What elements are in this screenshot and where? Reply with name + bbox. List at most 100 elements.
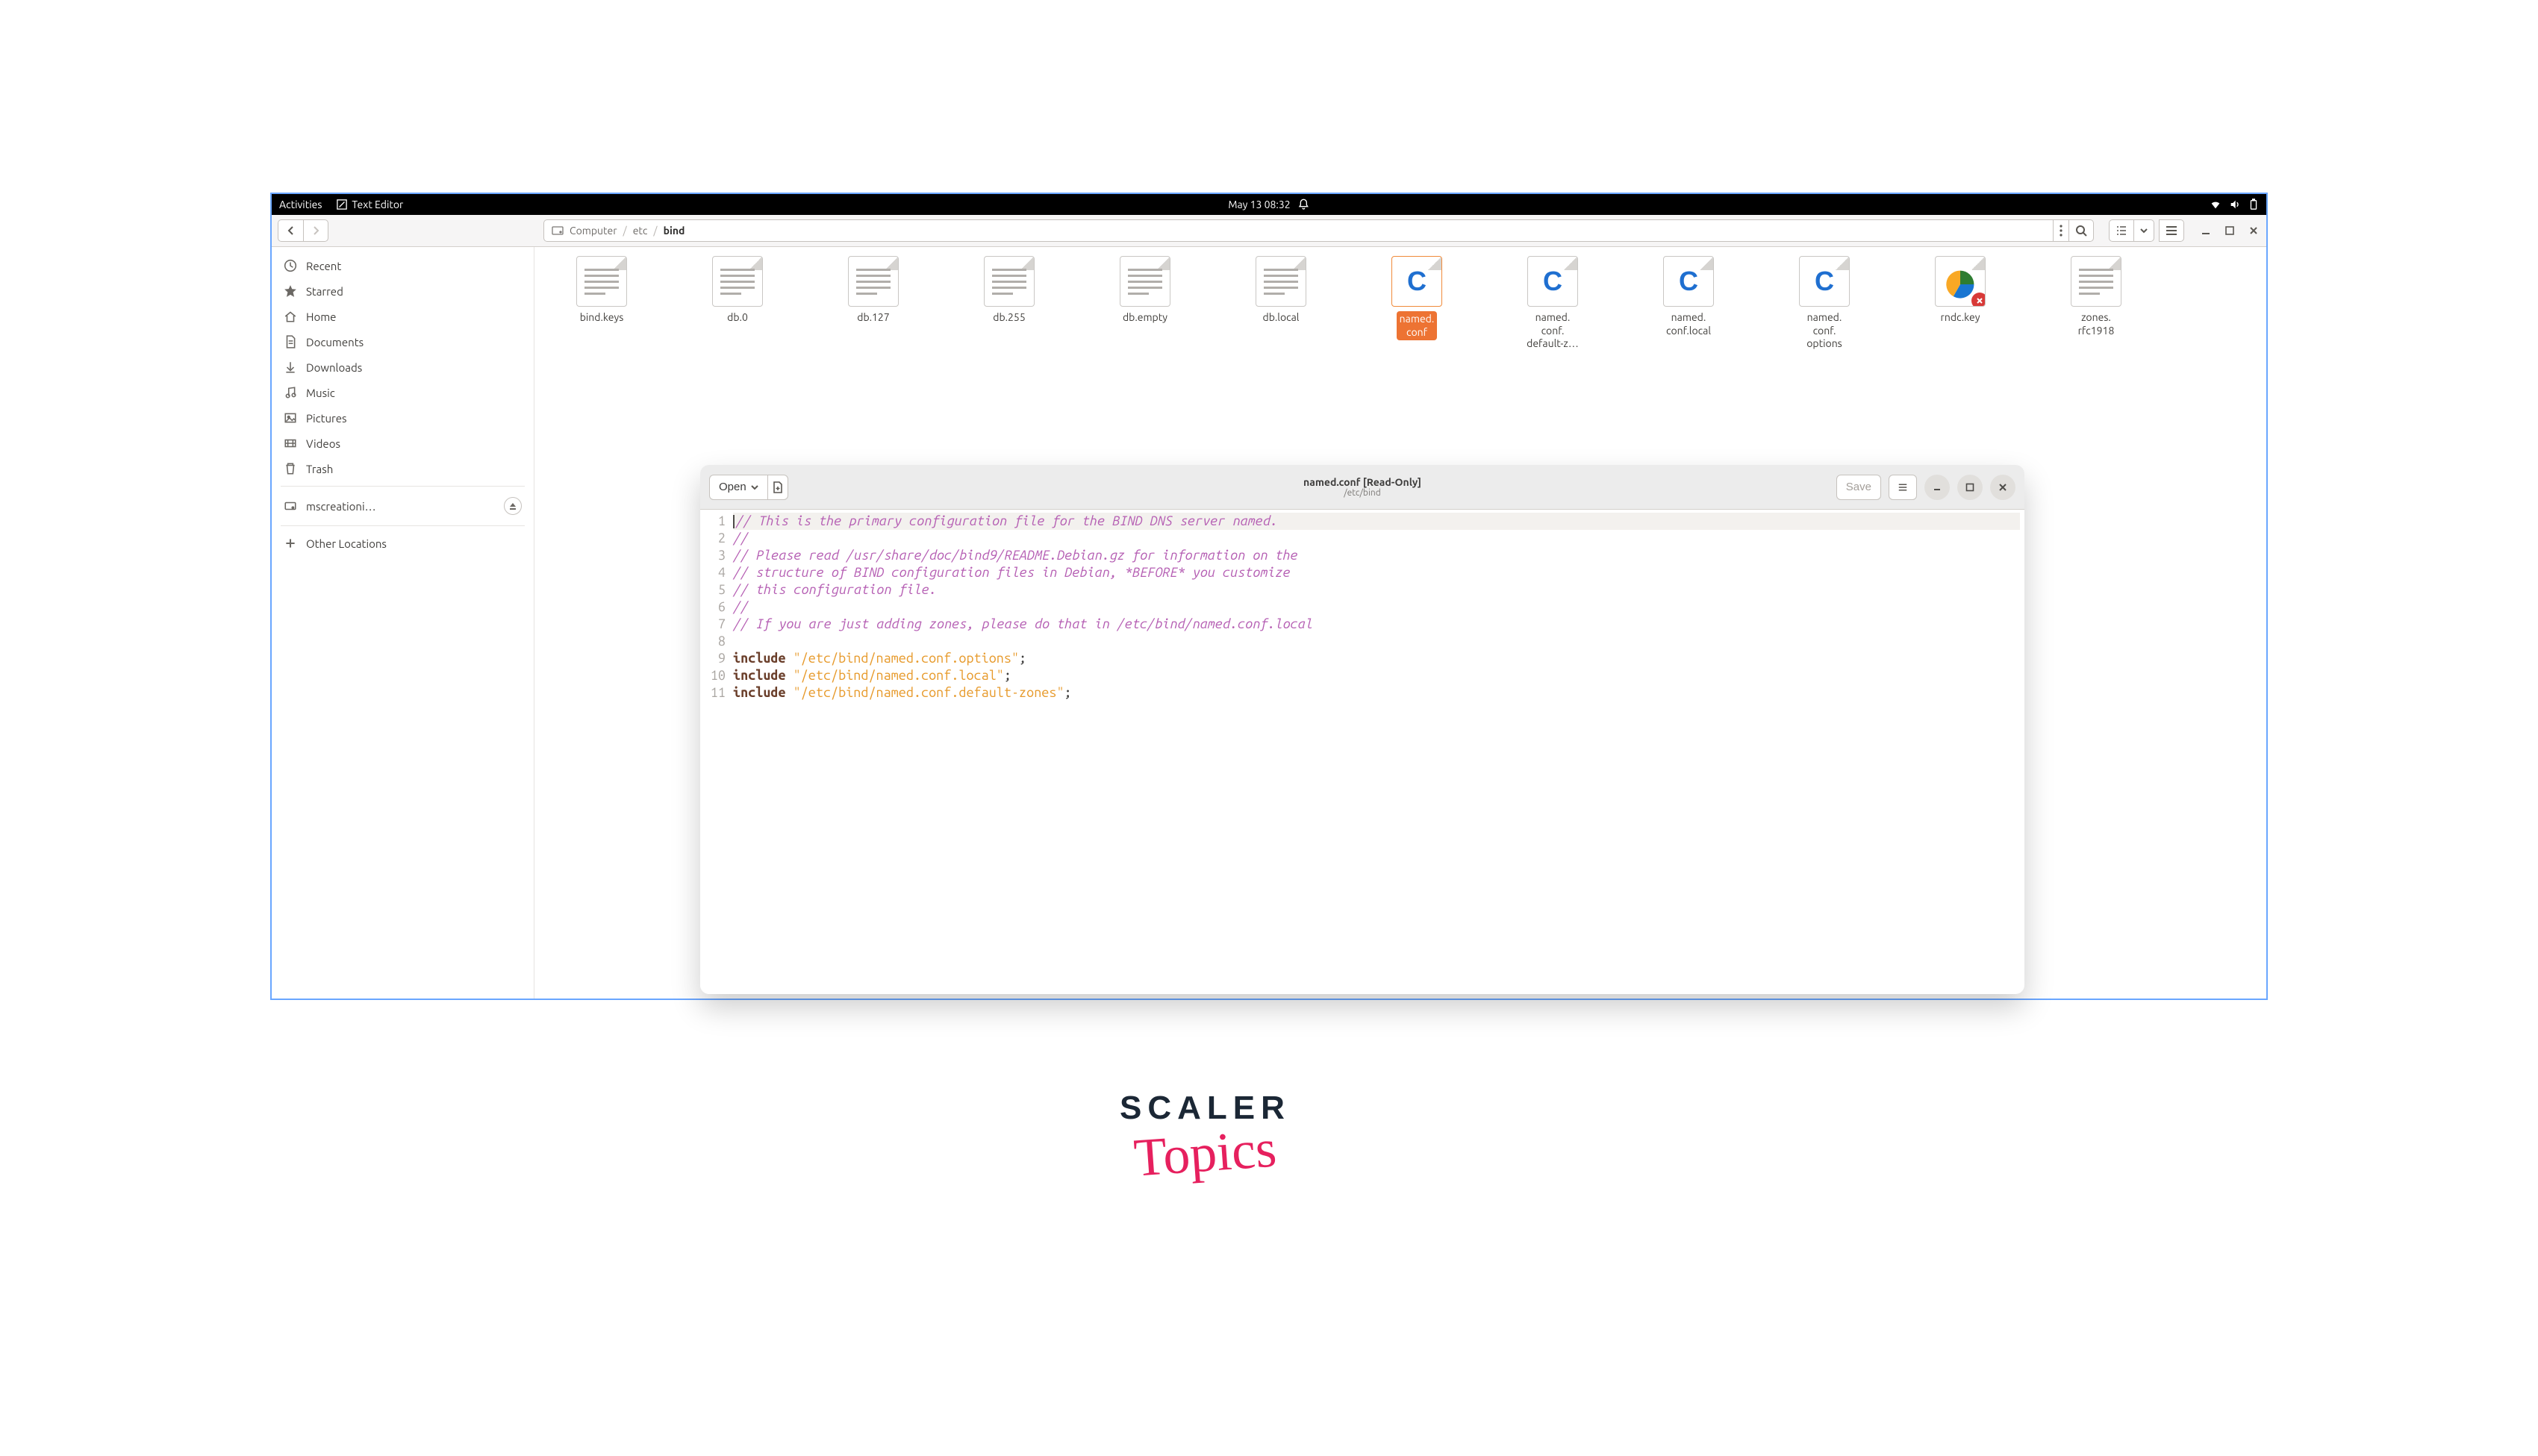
path-seg-bind[interactable]: bind — [664, 225, 685, 237]
clock[interactable]: May 13 08:32 — [1228, 199, 1290, 210]
list-view-icon — [2115, 225, 2127, 237]
sidebar-item-trash[interactable]: Trash — [272, 456, 534, 481]
file-thumb — [2071, 256, 2121, 307]
c-source-icon: C — [1407, 266, 1427, 297]
down-icon — [284, 360, 297, 374]
music-icon — [284, 386, 297, 399]
volume-icon[interactable] — [2229, 199, 2241, 210]
file-item[interactable]: zones.rfc1918 — [2041, 256, 2151, 337]
notification-bell-icon[interactable] — [1298, 199, 1310, 210]
file-item[interactable]: db.255 — [954, 256, 1064, 325]
chevron-down-icon — [751, 484, 758, 491]
file-item[interactable]: rndc.key — [1905, 256, 2015, 325]
code-line[interactable]: // — [733, 599, 2020, 616]
sidebar-item-pictures[interactable]: Pictures — [272, 405, 534, 431]
close-button[interactable] — [2247, 224, 2260, 237]
eject-button[interactable] — [504, 497, 522, 515]
file-item[interactable]: Cnamed.conf.local — [1633, 256, 1744, 337]
chevron-left-icon — [287, 226, 296, 235]
file-item[interactable]: db.empty — [1090, 256, 1200, 325]
file-item[interactable]: Cnamed.conf — [1362, 256, 1472, 340]
file-name: named.conf.default-z… — [1497, 311, 1608, 351]
file-item[interactable]: db.0 — [682, 256, 793, 325]
file-name: db.127 — [818, 311, 929, 325]
search-button[interactable] — [2069, 219, 2094, 242]
maximize-button[interactable] — [2223, 224, 2236, 237]
code-line[interactable]: // Please read /usr/share/doc/bind9/READ… — [733, 547, 2020, 564]
file-item[interactable]: Cnamed.conf.options — [1769, 256, 1880, 351]
path-root[interactable]: Computer — [570, 225, 617, 237]
editor-menu-button[interactable] — [1889, 475, 1917, 500]
c-source-icon: C — [1815, 266, 1834, 297]
new-tab-button[interactable] — [767, 475, 788, 500]
editor-close-button[interactable] — [1990, 475, 2015, 500]
file-thumb — [848, 256, 899, 307]
save-button[interactable]: Save — [1836, 475, 1881, 500]
desktop-window-outline: Activities Text Editor May 13 08:32 — [270, 193, 2268, 1000]
code-line[interactable] — [733, 633, 2020, 650]
view-list-button[interactable] — [2109, 219, 2133, 242]
editor-maximize-button[interactable] — [1957, 475, 1983, 500]
code-line[interactable]: // If you are just adding zones, please … — [733, 616, 2020, 633]
sidebar-item-downloads[interactable]: Downloads — [272, 354, 534, 380]
wifi-icon[interactable] — [2210, 199, 2221, 210]
file-name: named.conf.local — [1633, 311, 1744, 337]
editor-minimize-button[interactable] — [1924, 475, 1950, 500]
editor-body[interactable]: 1234567891011 // This is the primary con… — [700, 510, 2024, 994]
file-item[interactable]: Cnamed.conf.default-z… — [1497, 256, 1608, 351]
path-seg-etc[interactable]: etc — [633, 225, 648, 237]
battery-icon[interactable] — [2248, 199, 2259, 210]
file-thumb: C — [1527, 256, 1578, 307]
sidebar-item-documents[interactable]: Documents — [272, 329, 534, 354]
file-manager-header: Computer / etc / bind — [272, 215, 2266, 247]
open-button[interactable]: Open — [709, 475, 767, 500]
file-thumb — [1120, 256, 1170, 307]
sidebar-item-recent[interactable]: Recent — [272, 253, 534, 278]
code-line[interactable]: include "/etc/bind/named.conf.local"; — [733, 667, 2020, 684]
current-app-indicator[interactable]: Text Editor — [337, 199, 403, 210]
dots-vertical-icon — [2060, 225, 2062, 237]
sidebar-item-mscreationi-[interactable]: mscreationi… — [272, 491, 534, 521]
hamburger-menu-button[interactable] — [2159, 219, 2184, 242]
home-icon — [284, 310, 297, 323]
file-item[interactable]: db.local — [1226, 256, 1336, 325]
activities-button[interactable]: Activities — [279, 199, 322, 210]
clock-icon — [284, 259, 297, 272]
trash-icon — [284, 462, 297, 475]
sidebar-item-label: Documents — [306, 336, 364, 349]
file-thumb — [576, 256, 627, 307]
chevron-down-icon — [2140, 227, 2148, 234]
file-name: db.255 — [954, 311, 1064, 325]
path-bar[interactable]: Computer / etc / bind — [543, 219, 2054, 242]
view-dropdown-button[interactable] — [2133, 219, 2154, 242]
file-thumb — [1256, 256, 1306, 307]
text-editor-icon — [337, 199, 347, 210]
file-item[interactable]: db.127 — [818, 256, 929, 325]
star-icon — [284, 284, 297, 298]
code-line[interactable]: // this configuration file. — [733, 581, 2020, 599]
sidebar-item-label: Videos — [306, 437, 340, 450]
file-name: named.conf — [1397, 311, 1438, 340]
gnome-topbar: Activities Text Editor May 13 08:32 — [272, 194, 2266, 215]
code-line[interactable]: include "/etc/bind/named.conf.default-zo… — [733, 684, 2020, 702]
nav-forward-button[interactable] — [303, 219, 328, 242]
sidebar-item-music[interactable]: Music — [272, 380, 534, 405]
file-item[interactable]: bind.keys — [546, 256, 657, 325]
sidebar-item-other-locations[interactable]: Other Locations — [272, 531, 534, 556]
maximize-icon — [1965, 483, 1974, 492]
minimize-button[interactable] — [2199, 224, 2213, 237]
sidebar-item-starred[interactable]: Starred — [272, 278, 534, 304]
sidebar-item-home[interactable]: Home — [272, 304, 534, 329]
file-thumb — [712, 256, 763, 307]
code-line[interactable]: // This is the primary configuration fil… — [733, 513, 2020, 530]
code-line[interactable]: // structure of BIND configuration files… — [733, 564, 2020, 581]
code-line[interactable]: include "/etc/bind/named.conf.options"; — [733, 650, 2020, 667]
editor-code[interactable]: // This is the primary configuration fil… — [730, 510, 2024, 994]
maximize-icon — [2224, 225, 2235, 236]
sidebar-item-videos[interactable]: Videos — [272, 431, 534, 456]
file-name: db.local — [1226, 311, 1336, 325]
code-line[interactable]: // — [733, 530, 2020, 547]
file-name: db.empty — [1090, 311, 1200, 325]
path-more-button[interactable] — [2054, 219, 2069, 242]
nav-back-button[interactable] — [278, 219, 303, 242]
